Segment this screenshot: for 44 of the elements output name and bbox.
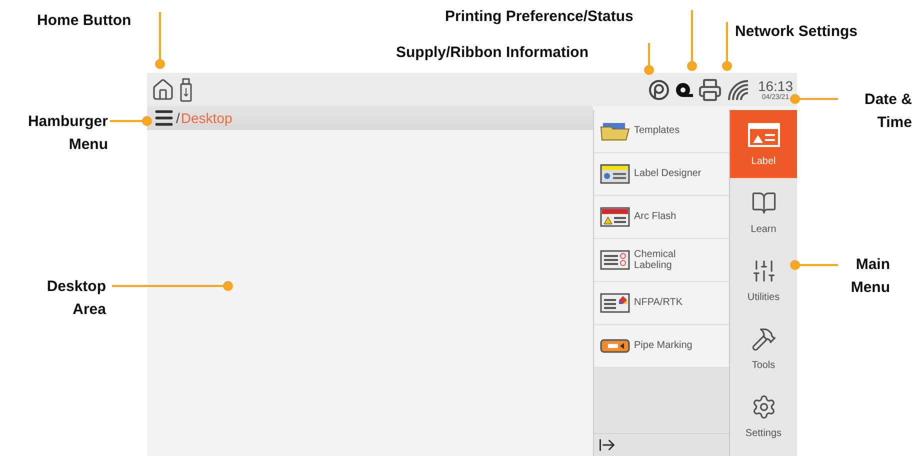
callout-label: Printing Preference/Status	[445, 7, 634, 27]
main-menu-tab[interactable]: Tools	[730, 314, 797, 382]
leader-line	[790, 94, 838, 104]
callout-label: Supply/Ribbon Information	[396, 43, 590, 63]
usb-drive-icon[interactable]	[179, 78, 193, 102]
main-menu-tab[interactable]: Learn	[730, 178, 797, 246]
submenu-item[interactable]: Arc Flash	[594, 196, 729, 239]
warning-label-icon	[600, 207, 630, 227]
sliders-icon	[750, 258, 776, 284]
submenu-item[interactable]: NFPA/RTK	[594, 282, 729, 325]
breadcrumb-separator: /	[176, 110, 180, 126]
folder-icon	[600, 121, 630, 141]
callout-label: Home Button	[37, 11, 132, 31]
label-icon	[600, 293, 630, 313]
leader-line	[687, 10, 697, 71]
clock-time: 16:13	[758, 78, 793, 92]
submenu-item[interactable]: Chemical Labeling	[594, 239, 729, 282]
label-icon	[600, 164, 630, 184]
leader-line	[155, 12, 165, 69]
label-icon	[600, 250, 630, 270]
printer-icon[interactable]	[698, 78, 722, 102]
submenu-item[interactable]: Templates	[594, 110, 729, 153]
leader-line	[722, 22, 732, 71]
menu-icon[interactable]	[153, 107, 175, 129]
signal-arcs-icon[interactable]	[726, 78, 750, 102]
submenu-item[interactable]: Pipe Marking	[594, 325, 729, 368]
submenu-item[interactable]: Label Designer	[594, 153, 729, 196]
home-icon[interactable]	[151, 78, 175, 102]
callout-label: Network Settings	[735, 22, 859, 42]
main-menu-tab[interactable]: Utilities	[730, 246, 797, 314]
settings-icon	[750, 394, 776, 420]
main-menu-tab[interactable]: Label	[730, 110, 797, 178]
hammer-icon	[750, 326, 776, 352]
leader-line	[790, 260, 838, 270]
leader-line	[110, 116, 152, 126]
callout-label: Main Menu	[850, 255, 890, 298]
leader-line	[644, 43, 654, 75]
label-card-icon	[746, 122, 780, 148]
book-icon	[750, 190, 776, 216]
ribbon-roll-icon[interactable]	[648, 78, 670, 100]
main-menu-tab[interactable]: Settings	[730, 382, 797, 450]
callout-label: Date & Time	[863, 90, 912, 133]
callout-label: Desktop Area	[46, 277, 106, 320]
callout-label: Hamburger Menu	[26, 112, 108, 155]
